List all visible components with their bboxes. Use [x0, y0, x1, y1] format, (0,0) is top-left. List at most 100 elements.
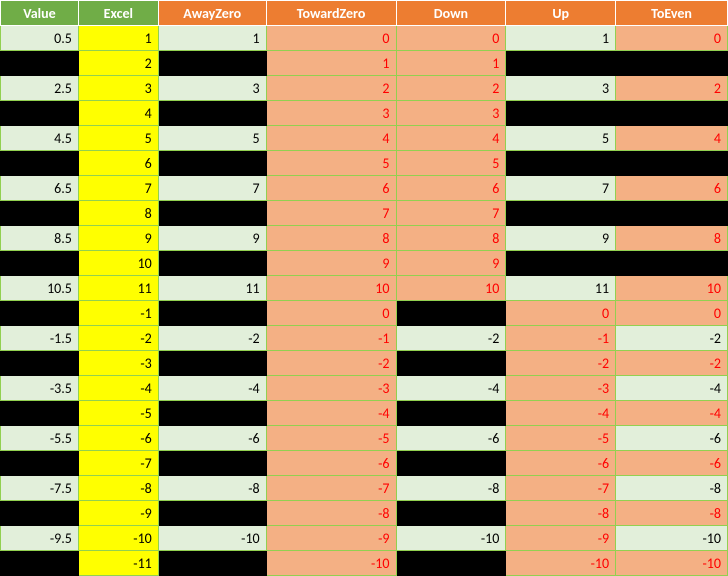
cell-value	[1, 151, 79, 176]
cell-excel: 1	[78, 26, 158, 51]
cell-toeven: -6	[616, 426, 728, 451]
cell-excel: -8	[78, 476, 158, 501]
cell-down: 2	[396, 76, 506, 101]
cell-down: -4	[396, 376, 506, 401]
col-header-toward: TowardZero	[266, 1, 396, 26]
cell-excel: -3	[78, 351, 158, 376]
cell-toeven: -8	[616, 476, 728, 501]
cell-awayzero: 7	[158, 176, 266, 201]
cell-down: 1	[396, 51, 506, 76]
cell-excel: 7	[78, 176, 158, 201]
table-row: 6.5776676	[1, 176, 728, 201]
cell-towardzero: 10	[266, 276, 396, 301]
cell-value: 4.5	[1, 126, 79, 151]
cell-down: -8	[396, 476, 506, 501]
cell-excel: -1	[78, 301, 158, 326]
cell-toeven: -6	[616, 451, 728, 476]
cell-value: 8.5	[1, 226, 79, 251]
cell-value: -7.5	[1, 476, 79, 501]
table-row: -1.5-2-2-1-2-1-2	[1, 326, 728, 351]
cell-towardzero: -3	[266, 376, 396, 401]
cell-down: 3	[396, 101, 506, 126]
cell-towardzero: -5	[266, 426, 396, 451]
cell-towardzero: 8	[266, 226, 396, 251]
cell-up: -3	[506, 376, 616, 401]
cell-excel: 11	[78, 276, 158, 301]
table-row: -9.5-10-10-9-10-9-10	[1, 526, 728, 551]
cell-excel: 5	[78, 126, 158, 151]
cell-up: -1	[506, 326, 616, 351]
cell-awayzero	[158, 251, 266, 276]
cell-value	[1, 101, 79, 126]
col-header-value: Value	[1, 1, 79, 26]
cell-toeven: -10	[616, 551, 728, 576]
cell-excel: -4	[78, 376, 158, 401]
cell-toeven	[616, 251, 728, 276]
col-header-down: Down	[396, 1, 506, 26]
cell-towardzero: 3	[266, 101, 396, 126]
cell-towardzero: 0	[266, 301, 396, 326]
cell-excel: 3	[78, 76, 158, 101]
cell-down	[396, 451, 506, 476]
cell-awayzero: 3	[158, 76, 266, 101]
cell-value	[1, 551, 79, 576]
cell-awayzero	[158, 201, 266, 226]
cell-excel: 2	[78, 51, 158, 76]
table-row: 8.5998898	[1, 226, 728, 251]
cell-excel: 8	[78, 201, 158, 226]
cell-awayzero: 11	[158, 276, 266, 301]
cell-up	[506, 51, 616, 76]
cell-excel: -7	[78, 451, 158, 476]
cell-value	[1, 351, 79, 376]
cell-up: -9	[506, 526, 616, 551]
cell-towardzero: 4	[266, 126, 396, 151]
cell-towardzero: 7	[266, 201, 396, 226]
table-row: -7.5-8-8-7-8-7-8	[1, 476, 728, 501]
cell-towardzero: -2	[266, 351, 396, 376]
cell-toeven: -10	[616, 526, 728, 551]
cell-awayzero	[158, 551, 266, 576]
cell-value	[1, 401, 79, 426]
cell-awayzero: 1	[158, 26, 266, 51]
cell-down: -6	[396, 426, 506, 451]
table-row: 655	[1, 151, 728, 176]
cell-awayzero	[158, 501, 266, 526]
cell-awayzero: -10	[158, 526, 266, 551]
table-row: 433	[1, 101, 728, 126]
cell-towardzero: 2	[266, 76, 396, 101]
cell-value	[1, 301, 79, 326]
cell-towardzero: 6	[266, 176, 396, 201]
cell-up	[506, 251, 616, 276]
cell-down: 0	[396, 26, 506, 51]
cell-up: 5	[506, 126, 616, 151]
cell-toeven	[616, 151, 728, 176]
cell-excel: -11	[78, 551, 158, 576]
cell-up	[506, 151, 616, 176]
cell-towardzero: -6	[266, 451, 396, 476]
cell-up: -2	[506, 351, 616, 376]
cell-toeven: -8	[616, 501, 728, 526]
cell-awayzero: -6	[158, 426, 266, 451]
cell-value	[1, 201, 79, 226]
cell-excel: -6	[78, 426, 158, 451]
cell-excel: 9	[78, 226, 158, 251]
cell-value	[1, 251, 79, 276]
cell-up: 3	[506, 76, 616, 101]
cell-up: -10	[506, 551, 616, 576]
cell-excel: 6	[78, 151, 158, 176]
cell-up: 9	[506, 226, 616, 251]
cell-down: -2	[396, 326, 506, 351]
table-row: -5-4-4-4	[1, 401, 728, 426]
cell-excel: 10	[78, 251, 158, 276]
cell-up	[506, 201, 616, 226]
cell-excel: -5	[78, 401, 158, 426]
cell-value	[1, 501, 79, 526]
cell-awayzero	[158, 151, 266, 176]
table-row: -3-2-2-2	[1, 351, 728, 376]
cell-value: 2.5	[1, 76, 79, 101]
cell-toeven: 0	[616, 26, 728, 51]
cell-up: -7	[506, 476, 616, 501]
cell-awayzero: 5	[158, 126, 266, 151]
table-row: 0.5110010	[1, 26, 728, 51]
cell-down	[396, 551, 506, 576]
